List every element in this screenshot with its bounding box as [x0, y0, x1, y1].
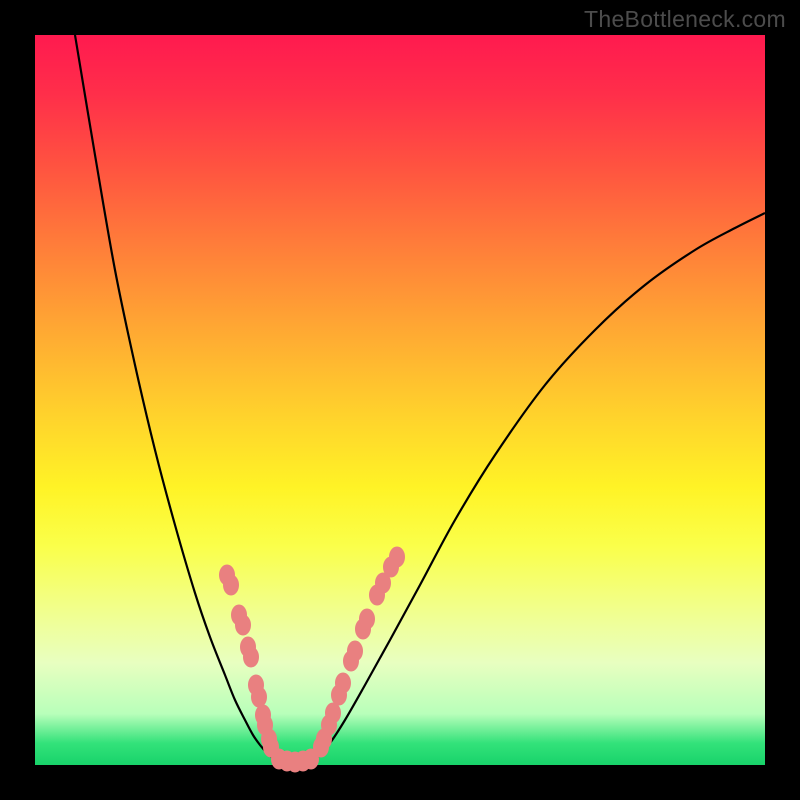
chart-frame: TheBottleneck.com — [0, 0, 800, 800]
data-marker — [326, 703, 341, 723]
data-marker — [390, 547, 405, 567]
data-marker — [252, 687, 267, 707]
data-marker — [348, 641, 363, 661]
data-marker — [360, 609, 375, 629]
curve-layer — [35, 35, 765, 765]
plot-area — [35, 35, 765, 765]
data-marker — [236, 615, 251, 635]
bottleneck-curve — [75, 35, 765, 764]
data-marker — [224, 575, 239, 595]
data-marker — [244, 647, 259, 667]
watermark-text: TheBottleneck.com — [584, 6, 786, 33]
data-marker — [336, 673, 351, 693]
marker-group — [220, 547, 405, 772]
